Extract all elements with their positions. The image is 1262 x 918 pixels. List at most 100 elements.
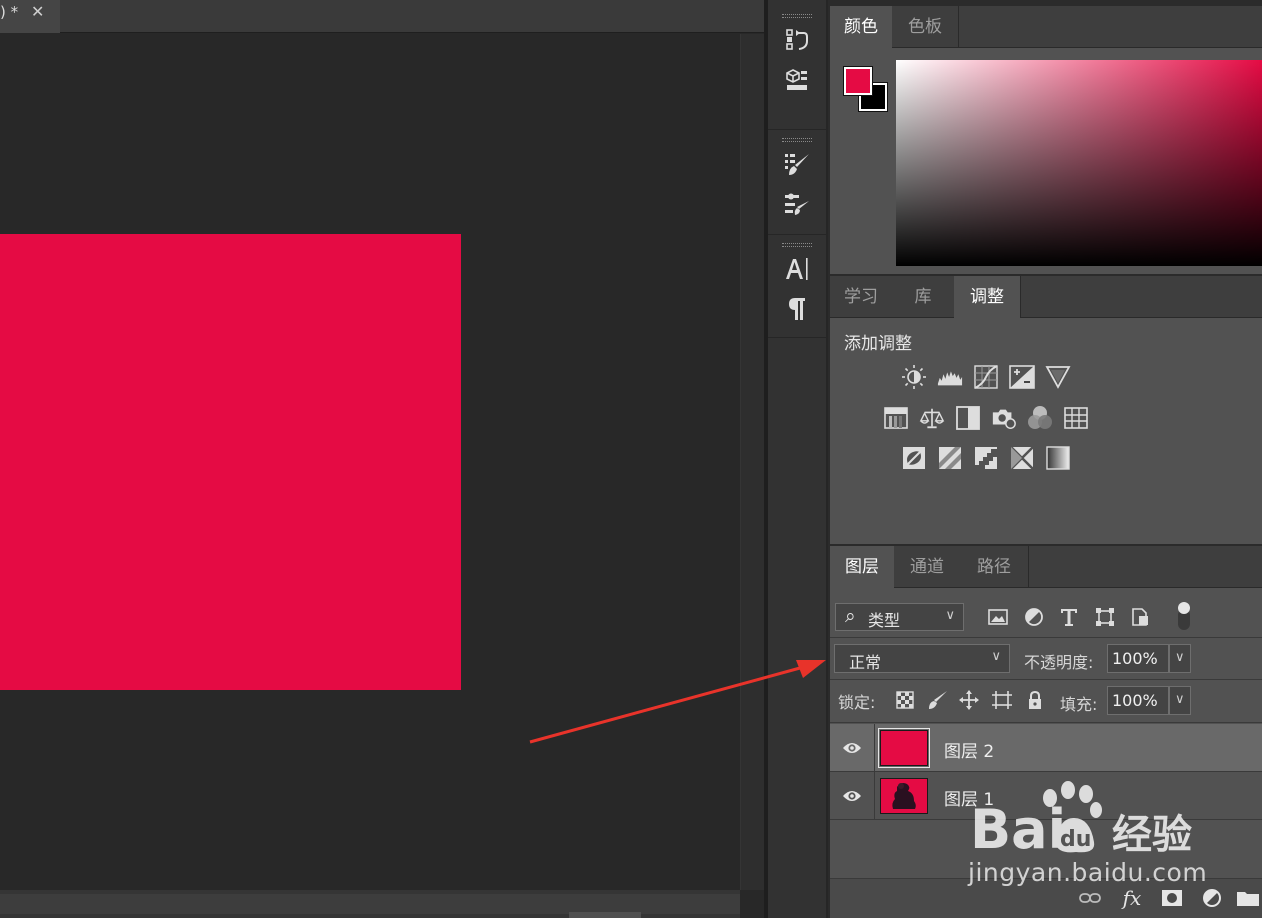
options-separator [830, 722, 1262, 723]
panel-group-history [768, 6, 826, 130]
tab-channels[interactable]: 通道 [894, 546, 960, 588]
fill-input[interactable]: 100% [1107, 686, 1169, 715]
drag-grip[interactable] [782, 243, 812, 247]
drag-grip[interactable] [782, 14, 812, 18]
visibility-eye-icon[interactable] [842, 788, 862, 804]
curves-icon[interactable] [973, 364, 999, 390]
tab-paths[interactable]: 路径 [960, 546, 1028, 588]
fill-label: 填充: [1060, 695, 1098, 714]
horizontal-scrollbar-thumb[interactable] [0, 894, 740, 914]
collapsed-panel-strip [768, 0, 828, 918]
hue-saturation-icon[interactable] [883, 405, 909, 431]
layers-panel-tabs: 图层 通道 路径 [830, 546, 1262, 588]
layer-filter-kind-dropdown[interactable]: ⌕ 类型 ∨ [835, 603, 964, 631]
link-layers-icon[interactable] [1078, 887, 1102, 909]
lock-position-icon[interactable] [958, 689, 980, 711]
filter-type-layers-icon[interactable] [1058, 606, 1080, 628]
layer-style-fx-button[interactable]: fx [1120, 886, 1144, 910]
filter-adjustment-layers-icon[interactable] [1023, 606, 1045, 628]
panel-group-type [768, 235, 826, 338]
close-icon[interactable]: ✕ [31, 2, 44, 21]
brightness-contrast-icon[interactable] [901, 364, 927, 390]
layer-row-layer-2[interactable]: 图层 2 [830, 724, 1262, 772]
photo-filter-icon[interactable] [991, 405, 1017, 431]
channel-mixer-icon[interactable] [1027, 405, 1053, 431]
tab-layers[interactable]: 图层 [830, 546, 894, 588]
opacity-label: 不透明度: [1024, 653, 1094, 672]
levels-icon[interactable] [937, 364, 963, 390]
document-tab[interactable]: ) * ✕ [0, 0, 60, 33]
search-icon: ⌕ [845, 605, 856, 627]
brush-settings-icon[interactable] [777, 186, 817, 222]
blend-mode-dropdown[interactable]: 正常 ∨ [834, 644, 1010, 673]
selective-color-icon[interactable] [1009, 445, 1035, 471]
black-white-icon[interactable] [955, 405, 981, 431]
tab-adjustments[interactable]: 调整 [954, 276, 1020, 318]
foreground-color-swatch[interactable] [843, 66, 873, 96]
filter-pixel-layers-icon[interactable] [987, 606, 1009, 628]
color-balance-icon[interactable] [919, 405, 945, 431]
layer-filter-kind-label: 类型 [868, 611, 901, 630]
brush-presets-icon[interactable] [777, 146, 817, 182]
layer-thumbnail[interactable] [878, 728, 930, 768]
visibility-eye-icon[interactable] [842, 740, 862, 756]
chevron-down-icon: ∨ [1175, 692, 1185, 707]
lock-transparent-pixels-icon[interactable] [894, 689, 916, 711]
paragraph-icon[interactable] [777, 291, 817, 327]
tab-learn[interactable]: 学习 [830, 276, 892, 318]
color-panel-tabs: 颜色 色板 [830, 6, 1262, 48]
new-fill-adjustment-layer-icon[interactable] [1200, 887, 1224, 909]
layer-row-layer-1[interactable]: 图层 1 [830, 772, 1262, 820]
vertical-scrollbar[interactable] [740, 34, 766, 890]
tab-color[interactable]: 颜色 [830, 6, 892, 48]
adjustments-panel-tabs: 学习 库 调整 [830, 276, 1262, 318]
lock-label: 锁定: [838, 693, 876, 712]
adjustment-icons-row-1 [901, 364, 1071, 390]
panel-group-brush [768, 130, 826, 235]
opacity-input[interactable]: 100% [1107, 644, 1169, 673]
add-layer-mask-icon[interactable] [1160, 887, 1184, 909]
lock-all-icon[interactable] [1024, 689, 1046, 711]
gradient-map-icon[interactable] [1045, 445, 1071, 471]
history-icon[interactable] [777, 22, 817, 58]
drag-grip[interactable] [782, 138, 812, 142]
blend-mode-value: 正常 [849, 653, 882, 672]
status-strip [569, 912, 641, 918]
filter-shape-layers-icon[interactable] [1094, 606, 1116, 628]
options-separator [830, 679, 1262, 680]
color-lookup-icon[interactable] [1063, 405, 1089, 431]
watermark-url: jingyan.baidu.com [968, 858, 1208, 887]
tab-libraries[interactable]: 库 [892, 276, 954, 318]
adjustment-icons-row-2 [883, 405, 1089, 431]
tab-separator [1020, 276, 1021, 318]
tab-separator [1028, 546, 1029, 588]
chevron-down-icon: ∨ [991, 649, 1001, 664]
filter-smart-objects-icon[interactable] [1129, 606, 1151, 628]
filter-toggle-switch[interactable] [1172, 601, 1196, 631]
character-icon[interactable] [777, 251, 817, 287]
layer-name[interactable]: 图层 1 [944, 785, 994, 810]
add-adjustment-heading: 添加调整 [844, 334, 912, 354]
layer-thumbnail-photo[interactable] [880, 778, 928, 814]
opacity-dropdown-button[interactable]: ∨ [1169, 644, 1191, 673]
layer-row-separator [874, 724, 875, 772]
new-group-folder-icon[interactable] [1236, 887, 1260, 909]
color-panel: 颜色 色板 [830, 6, 1262, 274]
invert-icon[interactable] [901, 445, 927, 471]
3d-icon[interactable] [777, 62, 817, 98]
lock-image-pixels-icon[interactable] [927, 689, 949, 711]
exposure-icon[interactable] [1009, 364, 1035, 390]
vibrance-icon[interactable] [1045, 364, 1071, 390]
document-tab-bar: ) * ✕ [0, 0, 766, 33]
color-picker-field[interactable] [896, 60, 1262, 266]
fill-dropdown-button[interactable]: ∨ [1169, 686, 1191, 715]
lock-artboard-icon[interactable] [991, 689, 1013, 711]
options-separator [830, 637, 1262, 638]
document-tab-title: ) * [0, 3, 19, 21]
posterize-icon[interactable] [937, 445, 963, 471]
document-area: ) * ✕ [0, 0, 766, 918]
layer-name[interactable]: 图层 2 [944, 737, 994, 762]
chevron-down-icon: ∨ [945, 608, 955, 623]
tab-swatches[interactable]: 色板 [892, 6, 958, 48]
threshold-icon[interactable] [973, 445, 999, 471]
